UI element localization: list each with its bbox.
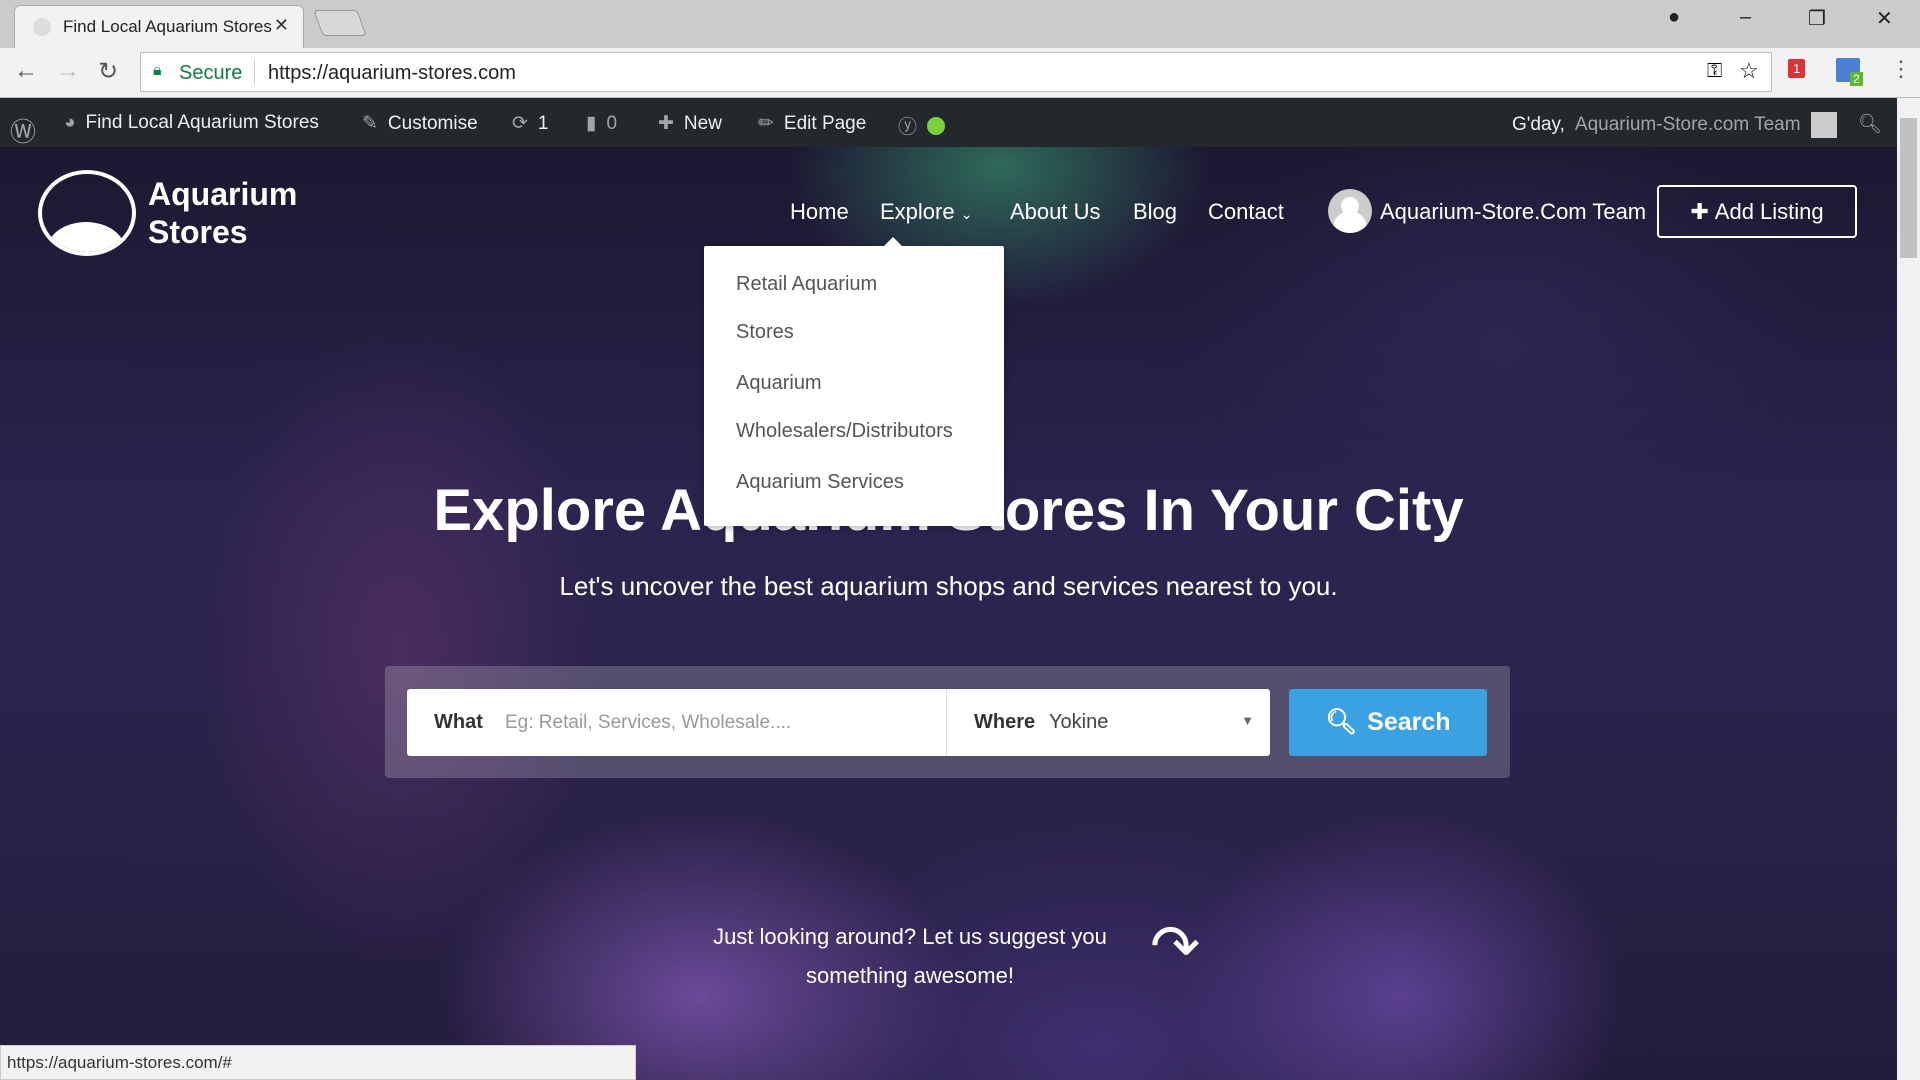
site-logo[interactable]: Aquarium Stores bbox=[38, 170, 297, 256]
comment-icon: ▮ bbox=[586, 113, 597, 134]
lock-icon: 🔒︎ bbox=[153, 62, 162, 79]
yoast-icon[interactable]: ⓨ bbox=[898, 112, 946, 139]
comments-link[interactable]: ▮ 0 bbox=[586, 112, 617, 135]
where-value: Yokine bbox=[1049, 711, 1109, 733]
key-icon[interactable]: ⚿ bbox=[1707, 60, 1722, 83]
back-icon[interactable]: ← bbox=[14, 57, 38, 85]
edit-page-link[interactable]: ✏ Edit Page bbox=[758, 112, 866, 135]
forward-icon[interactable]: → bbox=[56, 57, 80, 85]
nav-contact[interactable]: Contact bbox=[1208, 199, 1284, 225]
where-select[interactable]: Where Yokine ▼ bbox=[947, 689, 1270, 756]
tab-title: Find Local Aquarium Stores bbox=[63, 17, 272, 36]
nav-about[interactable]: About Us bbox=[1010, 199, 1101, 225]
chevron-down-icon: ⌄ bbox=[960, 206, 973, 222]
extension-icon[interactable]: 1 bbox=[1788, 59, 1806, 78]
dropdown-item[interactable]: Retail Aquarium bbox=[736, 273, 877, 296]
restore-button[interactable]: ❐ bbox=[1808, 6, 1826, 31]
fish-coral-logo-icon bbox=[38, 170, 136, 256]
nav-home[interactable]: Home bbox=[790, 199, 849, 225]
new-tab-button[interactable] bbox=[313, 10, 367, 36]
updates-link[interactable]: ⟳ 1 bbox=[512, 112, 549, 135]
updates-icon: ⟳ bbox=[512, 113, 528, 134]
suggest-text: Just looking around? Let us suggest you … bbox=[713, 924, 1107, 988]
wordpress-icon[interactable]: Ⓦ bbox=[10, 112, 36, 149]
menu-icon[interactable]: ⋮ bbox=[1890, 56, 1912, 82]
search-icon[interactable]: 🔍︎ bbox=[1858, 112, 1882, 136]
plus-icon: ✚ bbox=[1690, 198, 1709, 224]
caret-down-icon: ▼ bbox=[1241, 713, 1254, 728]
curved-arrow-icon: ↷ bbox=[1150, 913, 1201, 980]
seo-status-dot bbox=[927, 116, 946, 135]
minimize-button[interactable]: – bbox=[1740, 6, 1751, 29]
nav-explore[interactable]: Explore ⌄ bbox=[880, 199, 972, 225]
reload-icon[interactable]: ↻ bbox=[98, 57, 118, 86]
address-toolbar: ← → ↻ 🔒︎ Secure https://aquarium-stores.… bbox=[0, 48, 1920, 98]
what-label: What bbox=[434, 711, 483, 733]
new-link[interactable]: ✚ New bbox=[658, 112, 722, 135]
dropdown-item[interactable]: Aquarium Services bbox=[736, 471, 904, 494]
secure-label: Secure bbox=[179, 62, 243, 84]
close-tab-icon[interactable]: ✕ bbox=[274, 15, 289, 36]
dropdown-item[interactable]: Stores bbox=[736, 321, 794, 344]
extension-badge: 2 bbox=[1850, 72, 1863, 86]
scrollbar[interactable] bbox=[1897, 98, 1920, 1080]
status-bar: https://aquarium-stores.com/# bbox=[0, 1045, 636, 1080]
nav-blog[interactable]: Blog bbox=[1133, 199, 1177, 225]
what-input[interactable] bbox=[505, 703, 935, 743]
dropdown-item[interactable]: Aquarium bbox=[736, 372, 822, 395]
hero-section: Aquarium Stores Home Explore ⌄ About Us B… bbox=[0, 147, 1897, 1080]
account-link[interactable]: G'day, Aquarium-Store.com Team bbox=[1512, 112, 1837, 138]
scrollbar-thumb[interactable] bbox=[1900, 118, 1917, 258]
explore-dropdown: Retail Aquarium Stores Aquarium Wholesal… bbox=[704, 237, 1004, 526]
search-button[interactable]: 🔍︎ Search bbox=[1289, 689, 1487, 756]
dropdown-item[interactable]: Wholesalers/Distributors bbox=[736, 420, 953, 443]
close-window-button[interactable]: ✕ bbox=[1876, 6, 1893, 31]
favicon-icon bbox=[33, 18, 51, 36]
search-icon: 🔍︎ bbox=[1325, 708, 1358, 736]
dashboard-icon: ◕ bbox=[64, 112, 76, 133]
star-icon[interactable]: ☆ bbox=[1739, 58, 1759, 84]
hero-subtitle: Let's uncover the best aquarium shops an… bbox=[559, 571, 1338, 601]
user-avatar-icon bbox=[1810, 112, 1837, 138]
admin-site-link[interactable]: ◕ Find Local Aquarium Stores bbox=[64, 112, 319, 134]
url-text: https://aquarium-stores.com bbox=[268, 62, 516, 84]
browser-tab[interactable]: Find Local Aquarium Stores ✕ bbox=[14, 5, 304, 48]
search-form: What Where Yokine ▼ 🔍︎Search bbox=[385, 666, 1510, 778]
tab-bar: Find Local Aquarium Stores ✕ ● – ❐ ✕ bbox=[0, 0, 1920, 48]
account-name[interactable]: Aquarium-Store.Com Team bbox=[1380, 199, 1646, 225]
profile-icon[interactable]: ● bbox=[1668, 6, 1680, 29]
customise-link[interactable]: ✎ Customise bbox=[362, 112, 478, 135]
brush-icon: ✎ bbox=[362, 113, 378, 134]
add-listing-button[interactable]: ✚ Add Listing bbox=[1657, 185, 1857, 238]
pencil-icon: ✏ bbox=[758, 113, 774, 134]
plus-icon: ✚ bbox=[658, 113, 674, 134]
wp-admin-bar: Ⓦ ◕ Find Local Aquarium Stores ✎ Customise… bbox=[0, 98, 1897, 147]
address-bar[interactable]: 🔒︎ Secure https://aquarium-stores.com ⚿ … bbox=[140, 52, 1772, 92]
avatar[interactable] bbox=[1328, 189, 1372, 233]
